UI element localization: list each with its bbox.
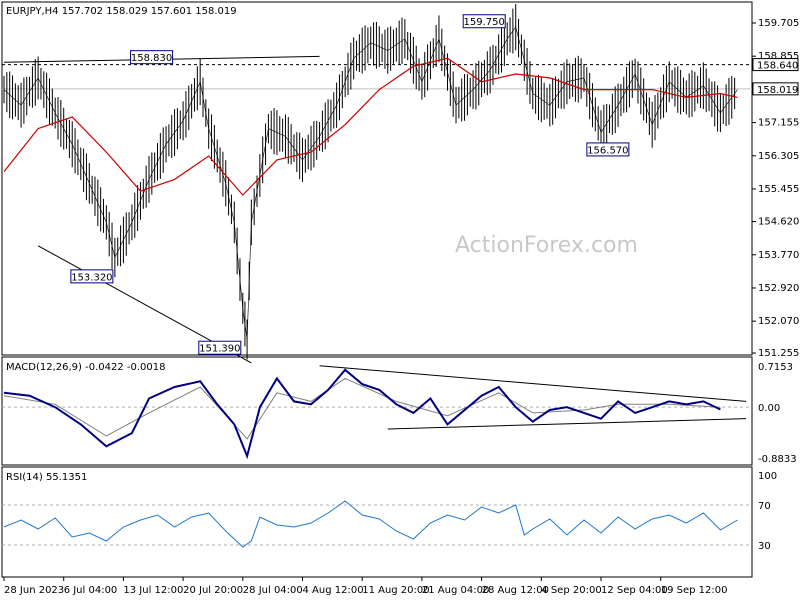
macd-y-tick-label: 0.00 xyxy=(758,403,780,414)
price-y-tick-label: 155.455 xyxy=(758,184,799,195)
current-price-label: 158.019 xyxy=(757,85,798,96)
price-y-tick-label: 152.070 xyxy=(758,316,799,327)
x-tick-label: 4 Sep 20:00 xyxy=(541,585,601,596)
x-tick-label: 6 Jul 04:00 xyxy=(64,585,118,596)
chart-canvas: EURJPY,H4 157.702 158.029 157.601 158.01… xyxy=(0,0,800,600)
x-tick-label: 4 Aug 12:00 xyxy=(303,585,364,596)
price-label: 151.390 xyxy=(199,344,240,355)
price-y-tick-label: 154.620 xyxy=(758,217,799,228)
price-panel-title: EURJPY,H4 157.702 158.029 157.601 158.01… xyxy=(6,6,237,17)
rsi-panel-title: RSI(14) 55.1351 xyxy=(6,472,87,483)
macd-y-tick-label: -0.8833 xyxy=(758,454,797,465)
rsi-y-tick-label: 30 xyxy=(758,541,771,552)
x-tick-label: 13 Jul 12:00 xyxy=(123,585,183,596)
macd-panel-title: MACD(12,26,9) -0.0422 -0.0018 xyxy=(6,362,166,373)
chart-background xyxy=(0,0,800,600)
price-y-tick-label: 152.920 xyxy=(758,283,799,294)
x-tick-label: 21 Aug 04:00 xyxy=(422,585,489,596)
price-y-tick-label: 157.155 xyxy=(758,118,799,129)
x-tick-label: 12 Sep 04:00 xyxy=(601,585,668,596)
x-tick-label: 19 Sep 12:00 xyxy=(661,585,728,596)
price-label: 159.750 xyxy=(464,17,505,28)
x-tick-label: 20 Jul 20:00 xyxy=(183,585,243,596)
x-tick-label: 28 Jul 04:00 xyxy=(243,585,303,596)
watermark: ActionForex.com xyxy=(455,233,638,258)
eurjpy-chart: EURJPY,H4 157.702 158.029 157.601 158.01… xyxy=(0,0,800,600)
resistance-label: 158.640 xyxy=(757,61,798,72)
x-tick-label: 28 Aug 12:00 xyxy=(482,585,549,596)
price-label: 156.570 xyxy=(587,145,628,156)
price-y-tick-label: 156.305 xyxy=(758,151,799,162)
rsi-y-tick-label: 100 xyxy=(758,471,777,482)
price-y-tick-label: 159.705 xyxy=(758,18,799,29)
x-tick-label: 11 Aug 20:00 xyxy=(362,585,429,596)
x-tick-label: 28 Jun 2023 xyxy=(4,585,64,596)
macd-y-tick-label: 0.7153 xyxy=(758,362,793,373)
price-label: 153.320 xyxy=(71,272,112,283)
price-y-tick-label: 153.770 xyxy=(758,250,799,261)
rsi-y-tick-label: 70 xyxy=(758,501,771,512)
price-label: 158.830 xyxy=(131,53,172,64)
price-y-tick-label: 151.255 xyxy=(758,348,799,359)
